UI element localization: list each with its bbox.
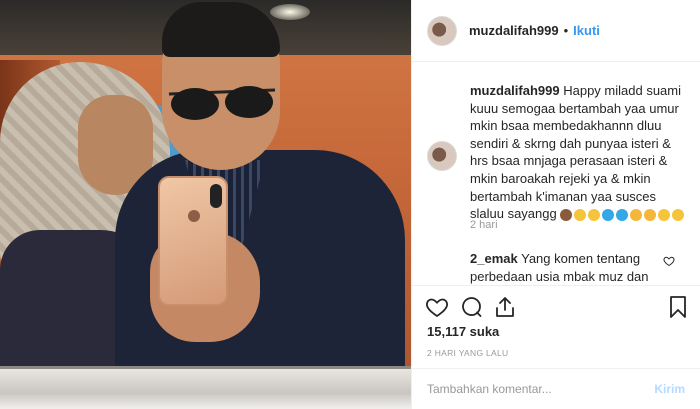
caption: muzdalifah999 Happy miladd suami kuuu se… (470, 82, 690, 223)
photo-phone-logo (188, 210, 200, 222)
comments-area[interactable]: muzdalifah999 Happy miladd suami kuuu se… (412, 63, 700, 285)
photo-phone-camera (210, 184, 222, 208)
author-username[interactable]: muzdalifah999 (469, 23, 559, 38)
header-separator: • (563, 23, 569, 38)
post-comment-button[interactable]: Kirim (654, 382, 685, 396)
caption-username[interactable]: muzdalifah999 (470, 83, 560, 98)
author-avatar[interactable] (427, 15, 457, 46)
comment-item: 2_emak Yang komen tentang perbedaan usia… (470, 250, 670, 285)
action-bar (412, 285, 700, 325)
follow-button[interactable]: Ikuti (573, 23, 600, 38)
cake-icon (560, 208, 573, 221)
share-icon[interactable] (493, 295, 517, 319)
smiling-face-icon (658, 208, 671, 221)
photo-mirror-frame (0, 366, 411, 409)
photo-sunglasses (168, 86, 276, 120)
comment-username[interactable]: 2_emak (470, 251, 518, 266)
kiss-face-icon (588, 208, 601, 221)
likes-count[interactable]: 15,117 suka (427, 324, 499, 339)
blue-heart-icon (602, 208, 615, 221)
comment-input[interactable] (427, 382, 655, 396)
caption-author-avatar[interactable] (427, 141, 457, 171)
post-sidebar: muzdalifah999 • Ikuti muzdalifah999 Happ… (411, 0, 700, 409)
bookmark-icon[interactable] (666, 295, 690, 319)
photo-ceiling-light (270, 4, 310, 20)
praying-hands-icon (644, 208, 657, 221)
post-photo[interactable] (0, 0, 411, 409)
smiling-face-icon (672, 208, 685, 221)
caption-time[interactable]: 2 hari (470, 219, 498, 231)
post-date[interactable]: 2 HARI YANG LALU (427, 348, 509, 358)
caption-text: Happy miladd suami kuuu semogaa bertamba… (470, 83, 681, 222)
comment-like-heart-icon[interactable] (663, 255, 675, 267)
add-comment-bar: Kirim (412, 368, 700, 409)
post-header: muzdalifah999 • Ikuti (412, 0, 700, 62)
kiss-face-icon (574, 208, 587, 221)
comment-icon[interactable] (459, 295, 483, 319)
praying-hands-icon (630, 208, 643, 221)
caption-emojis (560, 208, 685, 221)
heart-icon[interactable] (425, 295, 449, 319)
blue-heart-icon (616, 208, 629, 221)
